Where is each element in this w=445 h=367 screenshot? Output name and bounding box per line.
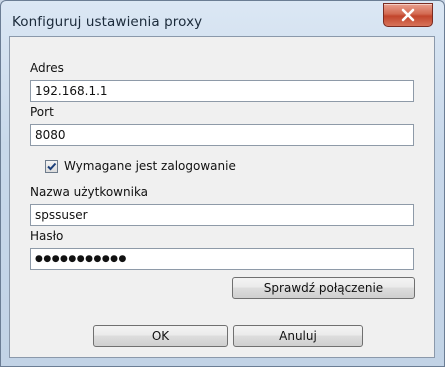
test-connection-button[interactable]: Sprawdź połączenie bbox=[232, 277, 415, 299]
port-label: Port bbox=[30, 105, 54, 119]
close-icon bbox=[401, 8, 415, 22]
address-input[interactable]: 192.168.1.1 bbox=[30, 80, 414, 102]
username-label: Nazwa użytkownika bbox=[30, 185, 149, 199]
dialog-body: Adres 192.168.1.1 Port 8080 Wymagane jes… bbox=[9, 36, 435, 358]
password-label: Hasło bbox=[30, 229, 64, 243]
password-input[interactable]: ●●●●●●●●●●● bbox=[30, 248, 414, 270]
checkmark-icon bbox=[47, 162, 57, 171]
title-bar[interactable]: Konfiguruj ustawienia proxy bbox=[1, 1, 444, 35]
close-button[interactable] bbox=[383, 3, 433, 27]
login-required-label[interactable]: Wymagane jest zalogowanie bbox=[64, 159, 236, 173]
ok-button[interactable]: OK bbox=[93, 325, 228, 347]
dialog-window: Konfiguruj ustawienia proxy Adres 192.16… bbox=[0, 0, 445, 367]
port-input[interactable]: 8080 bbox=[30, 124, 414, 146]
login-required-checkbox[interactable] bbox=[45, 160, 58, 173]
username-input[interactable]: spssuser bbox=[30, 204, 414, 226]
cancel-button[interactable]: Anuluj bbox=[233, 325, 363, 347]
window-title: Konfiguruj ustawienia proxy bbox=[12, 14, 203, 30]
address-label: Adres bbox=[30, 61, 64, 75]
